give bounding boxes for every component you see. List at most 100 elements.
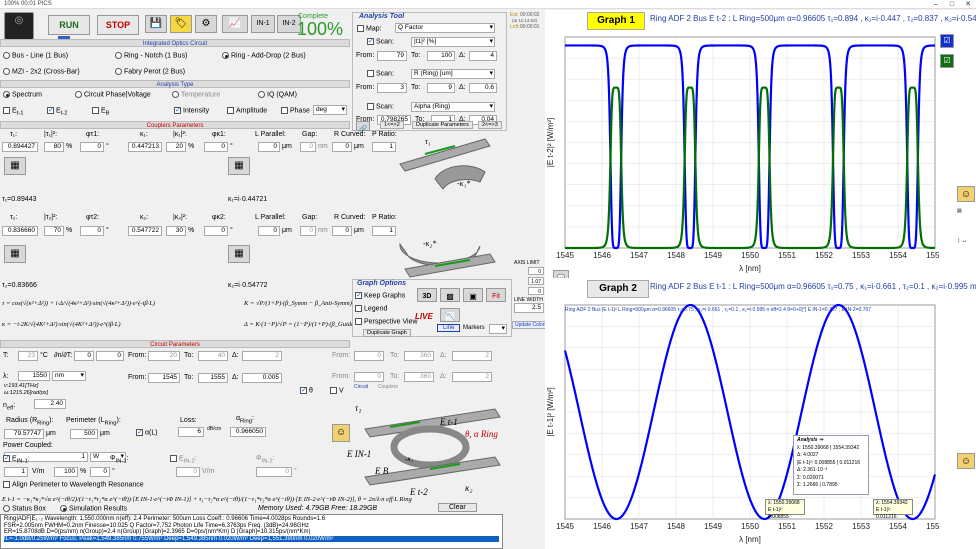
scan2-select[interactable]: R (Ring) [um] [411,69,495,79]
phase-delta-input[interactable]: 2 [452,351,492,361]
c2-k2-input[interactable]: 30 [166,226,186,236]
line-width-input[interactable]: 2.5 [514,303,544,313]
scan2-from-input[interactable]: 3 [377,83,407,93]
scan2-label[interactable]: Scan: [367,70,394,77]
ein2-checkbox[interactable]: EIN-2: [170,455,197,465]
circuit-option-ring-notch[interactable]: Ring - Notch (1 Bus) [115,52,187,59]
scan2-to-input[interactable]: 9 [427,83,455,93]
coupler2-image-icon-2[interactable]: ▦ [228,245,250,263]
c1-rcurv-input[interactable]: 0 [332,142,352,152]
scan3-select[interactable]: Alpha (Ring) [411,102,495,112]
legend-checkbox[interactable]: Legend [355,305,387,312]
stop-button[interactable]: STOP [97,15,139,35]
phase-checkbox[interactable]: Phase [281,107,310,114]
colormap-icon[interactable]: ▩ [440,288,460,302]
field-et2[interactable]: Et-2 [47,106,67,117]
tab-status-box[interactable]: Status Box [3,505,46,512]
phase2-delta-input[interactable]: 2 [452,372,492,382]
axis-max-input[interactable]: 1.07 [528,277,544,285]
lambda-unit-select[interactable]: nm [52,371,86,381]
c1-pk-input[interactable]: 0 [204,142,228,152]
tab-couplers[interactable]: Couplers [378,384,398,390]
markers-select[interactable] [489,324,507,334]
amplitude-checkbox[interactable]: Amplitude [227,107,267,114]
series1-toggle[interactable]: ☑ [940,34,954,48]
c1-k2-input[interactable]: 20 [166,142,186,152]
t-to-input[interactable]: 40 [198,351,228,361]
duplicate-parameters-button[interactable]: Duplicate Parameters [412,121,473,129]
alpha-ring-input[interactable]: 0.966050 [230,427,266,437]
ein1-pct-input[interactable]: 100 [54,467,78,477]
graph1-avatar-icon[interactable]: ☺ [957,186,975,202]
c1-gap-input[interactable]: 0 [300,142,316,152]
t-delta-input[interactable]: 2 [242,351,282,361]
analysis-iq[interactable]: IQ (QAM) [258,91,297,98]
axis-step-input[interactable]: 0 [528,287,544,295]
loss-input[interactable]: 6 [178,427,204,437]
phase-unit-select[interactable]: deg [313,105,347,115]
live-label[interactable]: LIVE [415,312,433,321]
align-perimeter-checkbox[interactable]: Align Perimeter to Wavelength Resonance [3,481,144,488]
ein1-checkbox[interactable]: EIN-1: [3,454,30,465]
t-from-input[interactable]: 20 [148,351,180,361]
scan1-to-input[interactable]: 100 [427,51,455,61]
scan2-delta-input[interactable]: 0.6 [469,83,497,93]
coupler2-image-icon[interactable]: ▦ [4,245,26,263]
coupler1-image-icon[interactable]: ▦ [4,157,26,175]
c2-pratio-input[interactable]: 1 [372,226,396,236]
graph1-chart[interactable]: 1545 1546 1547 1548 1549 1550 1551 1552 1553 1554… [545,32,940,278]
graph1-title[interactable]: Graph 1 [587,12,645,30]
axis-min-input[interactable]: 0 [528,267,544,275]
chart-style-icon[interactable]: 📉 [440,308,460,322]
ein1-phase-input[interactable]: 0 [90,467,110,477]
c1-t2-input[interactable]: 80 [44,142,64,152]
circuit-option-fabry-perot[interactable]: Fabry Perot (2 Bus) [115,68,185,75]
c2-pk-input[interactable]: 0 [204,226,228,236]
clear-button[interactable]: Clear [438,503,477,512]
series2-toggle[interactable]: ☑ [940,54,954,68]
phase-to-input[interactable]: 360 [404,351,434,361]
c1-t-input[interactable]: 0.894427 [2,142,38,152]
zoom-controls[interactable]: ↕ ↔ [957,238,968,244]
perimeter-input[interactable]: 500 [70,429,98,439]
ein2-input[interactable]: 0 [176,467,200,477]
tab-circuit[interactable]: Circuit [354,384,368,390]
lambda-to-input[interactable]: 1555 [198,373,228,383]
phase2-from-input[interactable]: 0 [354,372,384,382]
scan3-label[interactable]: Scan: [367,103,394,110]
circuit-option-bus-line[interactable]: Bus - Line (1 Bus) [3,52,68,59]
view-3d-icon[interactable]: 3D [417,288,437,302]
maximize-icon[interactable]: □ [944,0,960,9]
duplicate-graph-button[interactable]: Duplicate Graph [363,329,411,337]
simulation-results-box[interactable]: Ring|ADF|E₁₋₂ Wavelength: 1,550.000nm n(… [0,514,503,549]
run-button[interactable]: RUN [48,15,90,35]
view-icon[interactable]: ▣ [463,288,483,302]
dn-b-input[interactable]: 0 [96,351,124,361]
lambda-delta-input[interactable]: 0.005 [242,373,282,383]
line-button[interactable]: Line [437,324,461,332]
intensity-checkbox[interactable]: Intensity [174,106,209,114]
minimize-icon[interactable]: – [928,0,944,9]
c2-t2-input[interactable]: 70 [44,226,64,236]
circuit-option-ring-add-drop[interactable]: Ring - Add-Drop (2 Bus) [222,52,306,59]
temperature-input[interactable]: 23 [18,351,38,361]
scan1-from-input[interactable]: 79 [377,51,407,61]
scan1-select[interactable]: |t1|² [%] [411,37,495,47]
phase-from-input[interactable]: 0 [354,351,384,361]
c1-pt-input[interactable]: 0 [80,142,104,152]
analysis-phase[interactable]: Circuit Phase|Voltage [75,91,151,98]
keep-graphs-checkbox[interactable]: Keep Graphs [355,291,405,299]
phase2-to-input[interactable]: 360 [404,372,434,382]
circuit-option-mzi[interactable]: MZI - 2x2 (Cross-Bar) [3,68,80,75]
c2-pt-input[interactable]: 0 [80,226,104,236]
swap-23-button[interactable]: 2<=>3 [478,121,502,129]
c2-k-input[interactable]: 0.547722 [128,226,162,236]
graph-icon[interactable]: 📈 [222,15,248,33]
graph2-avatar-icon[interactable]: ☺ [957,453,975,469]
graphs-math-label[interactable]: ▤ [957,208,962,214]
in1-icon[interactable]: IN-1 [251,15,275,33]
map-label[interactable]: Map: [357,25,382,32]
field-eb[interactable]: EB [92,107,110,117]
tag-icon[interactable]: 🏷 [170,15,192,33]
c2-lpar-input[interactable]: 0 [258,226,280,236]
